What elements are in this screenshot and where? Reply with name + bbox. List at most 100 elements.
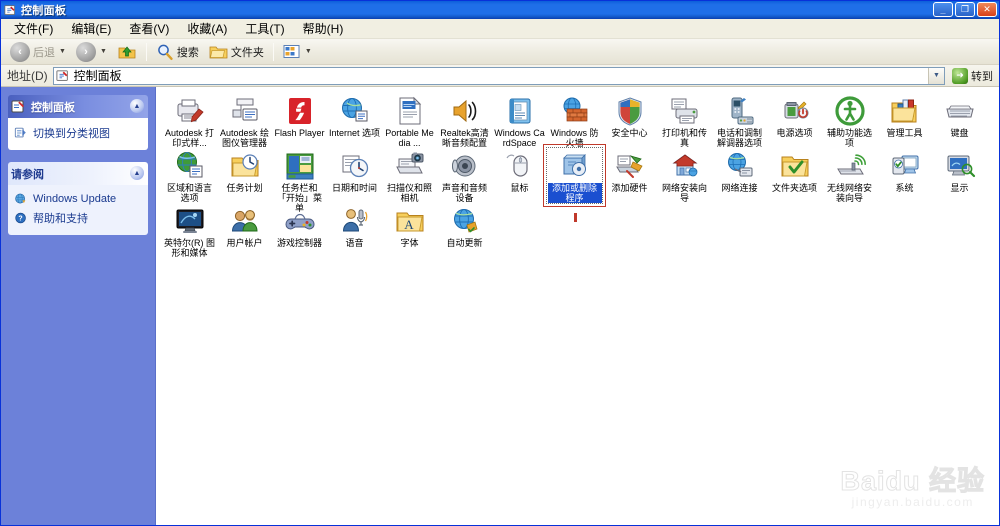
control-panel-item[interactable]: 辅助功能选项	[822, 93, 877, 148]
control-panel-item-label: 网络安装向导	[661, 183, 707, 203]
menu-item-favorites[interactable]: 收藏(A)	[178, 18, 236, 39]
control-panel-item[interactable]: 语音	[327, 203, 382, 258]
panel-header-control-panel[interactable]: 控制面板 ▲	[8, 95, 148, 118]
back-button[interactable]: ‹ 后退 ▼	[5, 41, 71, 63]
control-panel-item[interactable]: 电源选项	[767, 93, 822, 148]
control-panel-item[interactable]: 添加或删除程序	[546, 147, 603, 204]
control-panel-item-label: 无线网络安装向导	[826, 183, 872, 203]
sidebar-item-windows-update[interactable]: Windows Update	[14, 190, 143, 208]
control-panel-item[interactable]: Portable Media ...	[382, 93, 437, 148]
control-panel-item[interactable]: 网络安装向导	[657, 148, 712, 203]
control-panel-item-label: Autodesk 绘图仪管理器	[219, 128, 270, 148]
sidebar-item-switch-view[interactable]: 切换到分类视图	[14, 123, 143, 143]
control-panel-item-label: 键盘	[950, 128, 969, 138]
control-panel-item[interactable]: A 字体	[382, 203, 437, 258]
control-panel-item[interactable]: 英特尔(R) 图形和媒体	[162, 203, 217, 258]
network-setup-wizard-icon	[669, 150, 701, 182]
control-panel-item[interactable]: 无线网络安装向导	[822, 148, 877, 203]
back-label: 后退	[33, 46, 55, 59]
portable-media-icon	[394, 95, 426, 127]
panel-header-see-also[interactable]: 请参阅 ▲	[8, 162, 148, 185]
content-pane[interactable]: Autodesk 打印式样... Autodesk 绘图仪管理器 Flash P…	[156, 87, 999, 525]
up-button[interactable]	[112, 41, 142, 63]
control-panel-item[interactable]: 电话和调制解调器选项	[712, 93, 767, 148]
plotter-manager-icon	[229, 95, 261, 127]
control-panel-item[interactable]: 日期和时间	[327, 148, 382, 203]
control-panel-item-label: 字体	[400, 238, 419, 248]
search-button[interactable]: 搜索	[151, 41, 204, 63]
svg-text:A: A	[404, 217, 414, 232]
control-panel-item[interactable]: 管理工具	[877, 93, 932, 148]
control-panel-item[interactable]: 显示	[932, 148, 987, 203]
control-panel-item[interactable]: 用户帐户	[217, 203, 272, 258]
control-panel-item[interactable]: 声音和音频设备	[437, 148, 492, 203]
control-panel-item[interactable]: 扫描仪和照相机	[382, 148, 437, 203]
control-panel-item[interactable]: Flash Player	[272, 93, 327, 148]
window-title: 控制面板	[21, 5, 67, 17]
control-panel-item[interactable]: Internet 选项	[327, 93, 382, 148]
control-panel-item[interactable]: 游戏控制器	[272, 203, 327, 258]
forward-button[interactable]: › ▼	[71, 41, 112, 63]
keyboard-icon	[944, 95, 976, 127]
control-panel-item[interactable]: Autodesk 打印式样...	[162, 93, 217, 148]
flash-player-icon	[284, 95, 316, 127]
sidebar-item-switch-view-label: 切换到分类视图	[33, 128, 110, 140]
menu-item-view[interactable]: 查看(V)	[120, 18, 178, 39]
control-panel-item-label: 游戏控制器	[276, 238, 322, 248]
menu-item-help[interactable]: 帮助(H)	[294, 18, 353, 39]
control-panel-item[interactable]: 自动更新	[437, 203, 492, 258]
sidebar-item-help-support-label: 帮助和支持	[33, 213, 88, 225]
go-button[interactable]: ➜ 转到	[948, 66, 997, 86]
control-panel-item[interactable]: 安全中心	[602, 93, 657, 148]
toolbar-separator-2	[272, 42, 274, 61]
control-panel-item[interactable]: 鼠标	[492, 148, 547, 203]
folders-label: 文件夹	[230, 46, 264, 59]
address-value: 控制面板	[73, 69, 122, 83]
control-panel-item[interactable]: 系统	[877, 148, 932, 203]
control-panel-item[interactable]: 键盘	[932, 93, 987, 148]
control-panel-item[interactable]: 打印机和传真	[657, 93, 712, 148]
admin-tools-icon	[889, 95, 921, 127]
control-panel-item-label: 电源选项	[776, 128, 813, 138]
help-support-icon: ?	[15, 212, 26, 224]
maximize-button[interactable]: ❐	[955, 2, 975, 17]
control-panel-item[interactable]: 区域和语言选项	[162, 148, 217, 203]
forward-caret-icon: ▼	[99, 48, 107, 55]
window-controls[interactable]: _ ❐ ✕	[933, 2, 997, 17]
folders-button[interactable]: 文件夹	[204, 41, 269, 63]
menu-item-file[interactable]: 文件(F)	[5, 18, 62, 39]
menu-bar: 文件(F) 编辑(E) 查看(V) 收藏(A) 工具(T) 帮助(H)	[1, 19, 999, 39]
control-panel-item[interactable]: Realtek高清晰音频配置	[437, 93, 492, 148]
cardspace-icon	[504, 95, 536, 127]
close-button[interactable]: ✕	[977, 2, 997, 17]
views-button[interactable]: ▼	[278, 41, 317, 63]
minimize-button[interactable]: _	[933, 2, 953, 17]
menu-item-tools[interactable]: 工具(T)	[236, 18, 293, 39]
control-panel-item-label: 扫描仪和照相机	[386, 183, 432, 203]
user-accounts-icon	[229, 205, 261, 237]
address-input[interactable]: 控制面板 ▼	[52, 66, 945, 85]
control-panel-item[interactable]: 网络连接	[712, 148, 767, 203]
sidebar-item-help-support[interactable]: ? 帮助和支持	[14, 208, 143, 228]
control-panel-item[interactable]: Windows 防火墙	[547, 93, 602, 148]
control-panel-item-label: 区域和语言选项	[166, 183, 212, 203]
panel-collapse-chevron-icon-2[interactable]: ▲	[130, 166, 144, 180]
up-folder-icon	[118, 45, 136, 58]
title-bar[interactable]: 控制面板 _ ❐ ✕	[1, 1, 999, 19]
menu-item-edit[interactable]: 编辑(E)	[62, 18, 120, 39]
control-panel-window: 控制面板 _ ❐ ✕ 文件(F) 编辑(E) 查看(V) 收藏(A) 工具(T)…	[0, 0, 1000, 526]
control-panel-item-label: 日期和时间	[331, 183, 377, 193]
wireless-setup-icon	[834, 150, 866, 182]
control-panel-item[interactable]: 任务栏和「开始」菜单	[272, 148, 327, 213]
control-panel-item[interactable]: 文件夹选项	[767, 148, 822, 203]
address-dropdown-icon[interactable]: ▼	[928, 67, 944, 84]
control-panel-item-label: 添加硬件	[611, 183, 648, 193]
control-panel-item-label: Windows 防火墙	[550, 128, 599, 148]
control-panel-item[interactable]: 任务计划	[217, 148, 272, 203]
control-panel-item[interactable]: Windows CardSpace	[492, 93, 547, 148]
panel-collapse-chevron-icon[interactable]: ▲	[130, 99, 144, 113]
date-time-icon	[339, 150, 371, 182]
control-panel-item[interactable]: Autodesk 绘图仪管理器	[217, 93, 272, 148]
go-arrow-icon: ➜	[952, 67, 968, 84]
control-panel-item[interactable]: 添加硬件	[602, 148, 657, 203]
